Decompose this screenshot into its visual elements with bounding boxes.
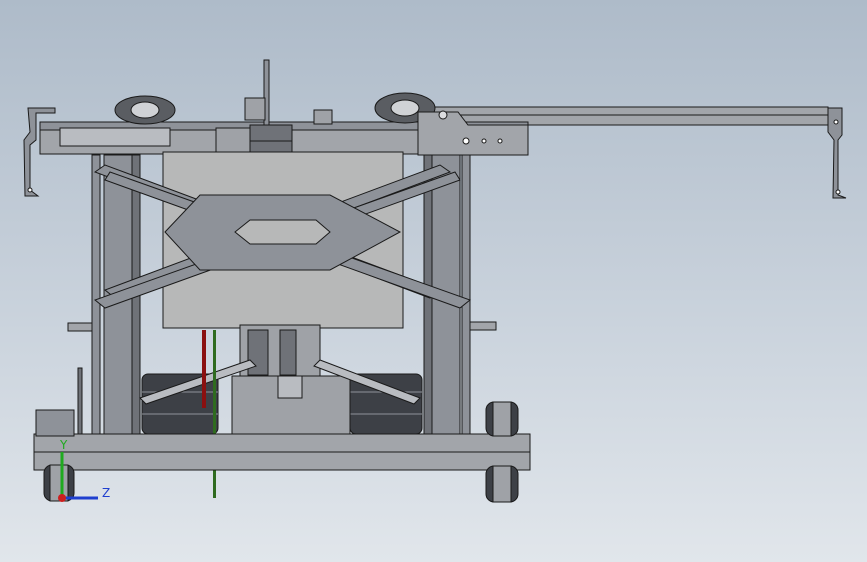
top-wheels: [114, 92, 436, 125]
red-rod: [202, 330, 206, 408]
green-rod: [213, 330, 216, 498]
triad-z-label: Z: [102, 486, 111, 500]
left-post-outer: [91, 154, 101, 441]
model-viewport[interactable]: Y Z: [0, 0, 867, 562]
robot-assembly-model: [23, 59, 847, 503]
triad-y-label: Y: [60, 438, 68, 452]
